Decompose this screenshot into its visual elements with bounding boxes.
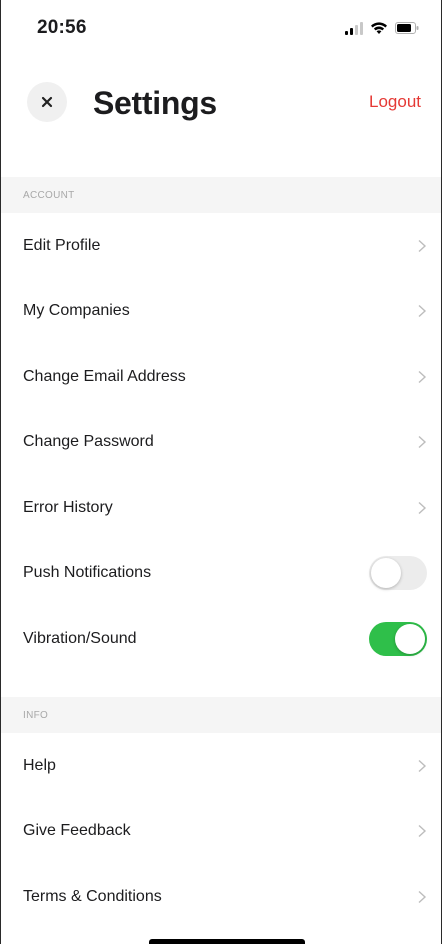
row-label: Change Password xyxy=(23,432,154,450)
chevron-right-icon xyxy=(418,370,427,383)
cellular-signal-icon xyxy=(345,21,363,35)
settings-row-terms-conditions[interactable]: Terms & Conditions xyxy=(1,864,441,929)
settings-row-give-feedback[interactable]: Give Feedback xyxy=(1,798,441,863)
row-label: Vibration/Sound xyxy=(23,629,137,647)
wifi-icon xyxy=(370,21,388,35)
logout-button[interactable]: Logout xyxy=(369,92,421,112)
chevron-right-icon xyxy=(418,435,427,448)
row-label: Give Feedback xyxy=(23,821,131,839)
battery-icon xyxy=(395,22,419,34)
status-icons xyxy=(345,21,419,35)
settings-row-error-history[interactable]: Error History xyxy=(1,475,441,540)
settings-row-change-password[interactable]: Change Password xyxy=(1,409,441,474)
close-icon xyxy=(41,96,53,108)
chevron-right-icon xyxy=(418,239,427,252)
row-label: Push Notifications xyxy=(23,563,152,581)
chevron-right-icon xyxy=(418,890,427,903)
home-indicator xyxy=(149,939,305,944)
toggle-knob xyxy=(395,623,425,654)
settings-header: Settings Logout xyxy=(1,78,441,128)
push-notifications-toggle[interactable] xyxy=(369,555,427,590)
settings-row-change-email[interactable]: Change Email Address xyxy=(1,344,441,409)
row-label: Error History xyxy=(23,498,113,516)
row-label: Change Email Address xyxy=(23,367,186,385)
settings-row-push-notifications: Push Notifications xyxy=(1,540,441,605)
row-label: My Companies xyxy=(23,301,130,319)
section-header-account: ACCOUNT xyxy=(1,177,441,213)
status-time: 20:56 xyxy=(37,17,87,38)
settings-row-help[interactable]: Help xyxy=(1,733,441,798)
row-label: Terms & Conditions xyxy=(23,887,162,905)
chevron-right-icon xyxy=(418,824,427,837)
chevron-right-icon xyxy=(418,501,427,514)
section-header-info: INFO xyxy=(1,697,441,733)
chevron-right-icon xyxy=(418,304,427,317)
section-title: ACCOUNT xyxy=(23,190,75,201)
close-button[interactable] xyxy=(27,82,67,122)
chevron-right-icon xyxy=(418,759,427,772)
settings-row-vibration-sound: Vibration/Sound xyxy=(1,606,441,671)
settings-screen: 20:56 Settings Logout ACCOUNT Edit Profi… xyxy=(0,0,442,944)
row-label: Edit Profile xyxy=(23,236,101,254)
settings-row-my-companies[interactable]: My Companies xyxy=(1,278,441,343)
vibration-sound-toggle[interactable] xyxy=(369,621,427,656)
settings-row-edit-profile[interactable]: Edit Profile xyxy=(1,213,441,278)
toggle-knob xyxy=(371,557,401,588)
row-label: Help xyxy=(23,756,56,774)
section-title: INFO xyxy=(23,710,49,721)
page-title: Settings xyxy=(93,85,217,121)
status-bar: 20:56 xyxy=(1,0,441,56)
